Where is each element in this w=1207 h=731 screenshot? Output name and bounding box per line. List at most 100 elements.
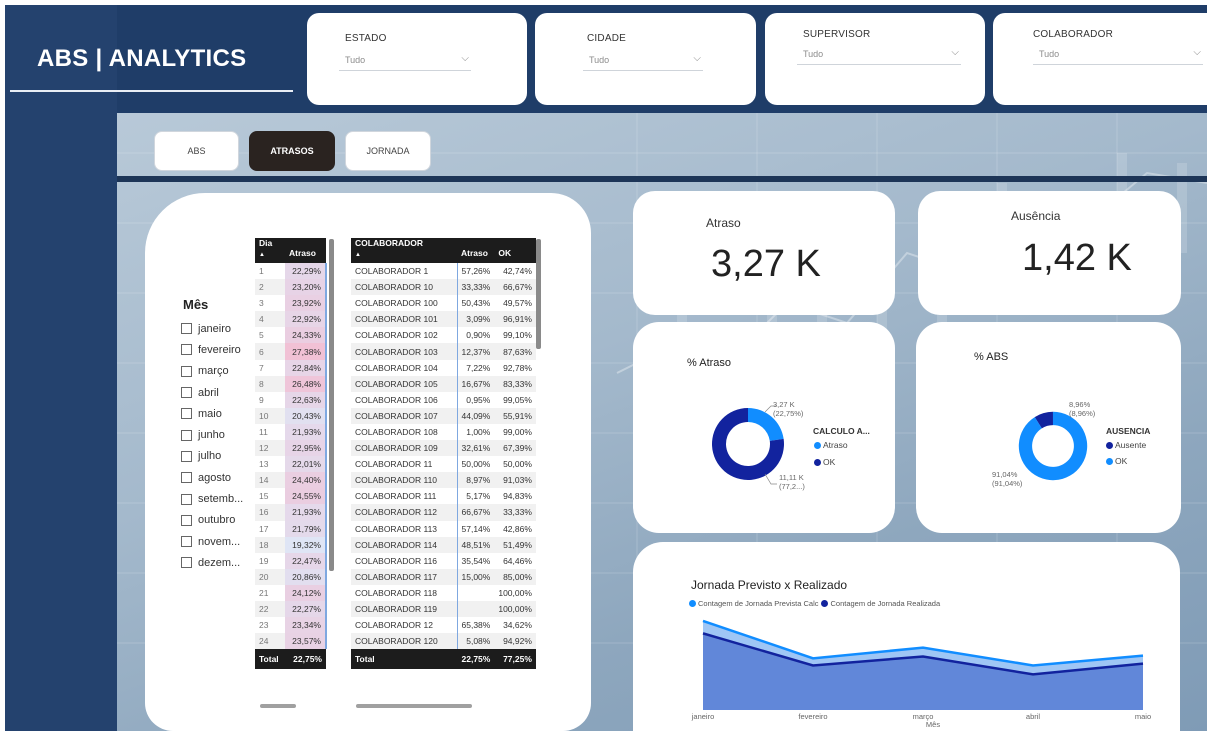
month-option[interactable]: novem... — [181, 531, 243, 552]
table-cell: COLABORADOR 108 — [351, 423, 458, 441]
filter-colaborador-select[interactable]: Tudo ⌵ — [1033, 43, 1203, 65]
table-row[interactable]: 23 23,34% — [255, 617, 327, 634]
table-row[interactable]: COLABORADOR 110 8,97% 91,03% — [351, 472, 536, 489]
table-row[interactable]: COLABORADOR 12 65,38% 34,62% — [351, 617, 536, 634]
month-option[interactable]: dezem... — [181, 552, 243, 573]
table-row[interactable]: 8 26,48% — [255, 375, 327, 392]
pie-atraso-legend-atraso[interactable]: Atraso — [814, 440, 848, 450]
filter-supervisor-select[interactable]: Tudo ⌵ — [797, 43, 961, 65]
table-row[interactable]: COLABORADOR 112 66,67% 33,33% — [351, 504, 536, 521]
table-row[interactable]: COLABORADOR 116 35,54% 64,46% — [351, 552, 536, 569]
ok-column-header[interactable]: OK — [494, 238, 536, 263]
pie-slice-ok[interactable] — [1018, 411, 1088, 481]
day-table-hscrollbar[interactable] — [260, 704, 296, 708]
month-option[interactable]: fevereiro — [181, 339, 243, 360]
table-row[interactable]: 7 22,84% — [255, 359, 327, 376]
table-row[interactable]: 14 24,40% — [255, 472, 327, 489]
table-cell: 20,86% — [285, 568, 327, 585]
table-row[interactable]: 13 22,01% — [255, 456, 327, 473]
table-row[interactable]: COLABORADOR 1 57,26% 42,74% — [351, 263, 536, 280]
table-row[interactable]: COLABORADOR 108 1,00% 99,00% — [351, 423, 536, 441]
checkbox-icon[interactable] — [181, 344, 192, 356]
table-cell: COLABORADOR 103 — [351, 343, 458, 360]
table-row[interactable]: 24 23,57% — [255, 633, 327, 650]
table-row[interactable]: COLABORADOR 104 7,22% 92,78% — [351, 359, 536, 376]
table-row[interactable]: 1 22,29% — [255, 263, 327, 280]
table-row[interactable]: COLABORADOR 100 50,43% 49,57% — [351, 295, 536, 312]
checkbox-icon[interactable] — [181, 365, 192, 377]
collab-table-hscrollbar[interactable] — [356, 704, 472, 708]
table-row[interactable]: COLABORADOR 109 32,61% 67,39% — [351, 440, 536, 457]
table-cell: 50,00% — [461, 459, 491, 470]
atraso-column-header[interactable]: Atraso — [285, 238, 326, 263]
table-row[interactable]: 2 23,20% — [255, 279, 327, 296]
month-option[interactable]: janeiro — [181, 318, 243, 339]
table-row[interactable]: 15 24,55% — [255, 488, 327, 505]
table-row[interactable]: 10 20,43% — [255, 407, 327, 424]
table-row[interactable]: COLABORADOR 106 0,95% 99,05% — [351, 391, 536, 408]
pie-abs-legend-ausente[interactable]: Ausente — [1106, 440, 1146, 450]
month-option[interactable]: maio — [181, 403, 243, 424]
checkbox-icon[interactable] — [181, 514, 192, 526]
pie-abs-legend-ok[interactable]: OK — [1106, 456, 1127, 466]
table-row[interactable]: COLABORADOR 107 44,09% 55,91% — [351, 407, 536, 424]
pie-atraso-legend-ok[interactable]: OK — [814, 457, 835, 467]
checkbox-icon[interactable] — [181, 493, 192, 505]
checkbox-icon[interactable] — [181, 387, 192, 399]
checkbox-icon[interactable] — [181, 472, 192, 484]
table-row[interactable]: COLABORADOR 113 57,14% 42,86% — [351, 520, 536, 537]
table-row[interactable]: 18 19,32% — [255, 536, 327, 553]
table-cell: 100,00% — [494, 600, 536, 618]
table-row[interactable]: COLABORADOR 118 100,00% — [351, 584, 536, 601]
table-row[interactable]: COLABORADOR 105 16,67% 83,33% — [351, 375, 536, 392]
nav-jornada-button[interactable]: JORNADA — [345, 131, 431, 171]
table-row[interactable]: 16 21,93% — [255, 504, 327, 521]
nav-abs-button[interactable]: ABS — [154, 131, 239, 171]
table-row[interactable]: COLABORADOR 102 0,90% 99,10% — [351, 327, 536, 344]
table-row[interactable]: 4 22,92% — [255, 311, 327, 328]
table-row[interactable]: 5 24,33% — [255, 327, 327, 344]
table-cell: 23 — [259, 620, 269, 631]
colaborador-column-header[interactable]: COLABORADOR ▲ — [351, 238, 457, 263]
nav-atrasos-button[interactable]: ATRASOS — [249, 131, 335, 171]
month-option[interactable]: outubro — [181, 510, 243, 531]
checkbox-icon[interactable] — [181, 429, 192, 441]
collab-table-scrollbar[interactable] — [536, 239, 541, 349]
checkbox-icon[interactable] — [181, 536, 192, 548]
checkbox-icon[interactable] — [181, 450, 192, 462]
day-table-scrollbar[interactable] — [329, 239, 334, 571]
table-row[interactable]: COLABORADOR 111 5,17% 94,83% — [351, 488, 536, 505]
table-row[interactable]: COLABORADOR 114 48,51% 51,49% — [351, 536, 536, 553]
atraso-column-header[interactable]: Atraso — [457, 238, 495, 263]
month-option[interactable]: abril — [181, 382, 243, 403]
table-row[interactable]: 19 22,47% — [255, 552, 327, 569]
table-row[interactable]: 12 22,95% — [255, 440, 327, 457]
table-row[interactable]: COLABORADOR 10 33,33% 66,67% — [351, 279, 536, 296]
table-row[interactable]: 20 20,86% — [255, 568, 327, 585]
month-option[interactable]: julho — [181, 446, 243, 467]
day-column-header[interactable]: Dia ▲ — [255, 238, 285, 263]
table-row[interactable]: 6 27,38% — [255, 343, 327, 360]
table-row[interactable]: 3 23,92% — [255, 295, 327, 312]
table-row[interactable]: COLABORADOR 117 15,00% 85,00% — [351, 568, 536, 585]
month-option[interactable]: setemb... — [181, 488, 243, 509]
month-option[interactable]: junho — [181, 424, 243, 445]
table-row[interactable]: COLABORADOR 120 5,08% 94,92% — [351, 633, 536, 650]
filter-cidade-select[interactable]: Tudo ⌵ — [583, 49, 703, 71]
filter-estado-select[interactable]: Tudo ⌵ — [339, 49, 471, 71]
table-row[interactable]: COLABORADOR 103 12,37% 87,63% — [351, 343, 536, 360]
table-row[interactable]: COLABORADOR 119 100,00% — [351, 600, 536, 618]
table-cell: 5 — [259, 330, 264, 341]
table-row[interactable]: 22 22,27% — [255, 600, 327, 618]
table-row[interactable]: 9 22,63% — [255, 391, 327, 408]
table-row[interactable]: COLABORADOR 11 50,00% 50,00% — [351, 456, 536, 473]
table-row[interactable]: 11 21,93% — [255, 423, 327, 441]
table-row[interactable]: 17 21,79% — [255, 520, 327, 537]
checkbox-icon[interactable] — [181, 557, 192, 569]
month-option[interactable]: março — [181, 361, 243, 382]
checkbox-icon[interactable] — [181, 323, 192, 335]
checkbox-icon[interactable] — [181, 408, 192, 420]
month-option[interactable]: agosto — [181, 467, 243, 488]
table-row[interactable]: COLABORADOR 101 3,09% 96,91% — [351, 311, 536, 328]
table-row[interactable]: 21 24,12% — [255, 584, 327, 601]
